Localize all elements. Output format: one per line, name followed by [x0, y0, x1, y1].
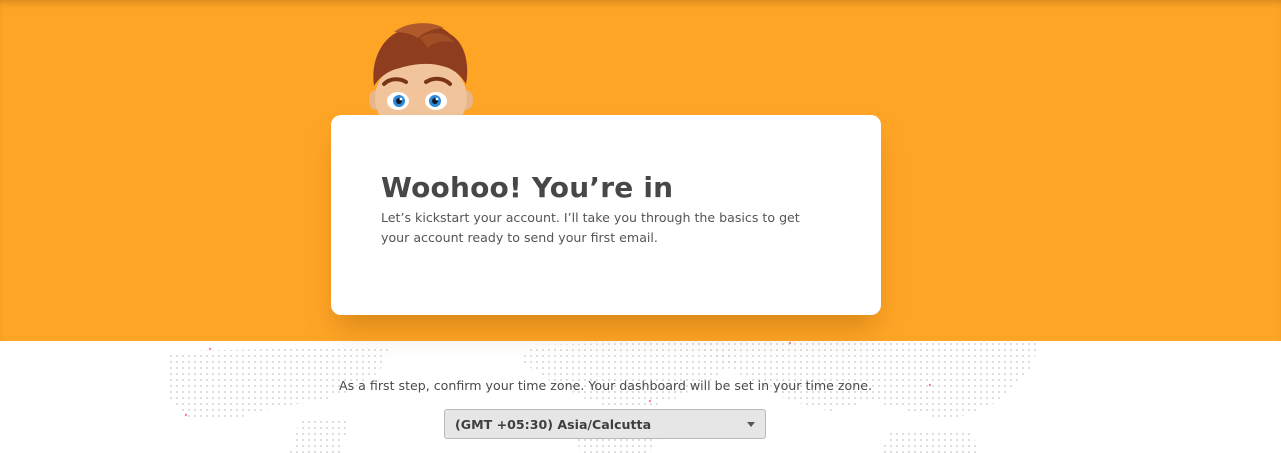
- welcome-title: Woohoo! You’re in: [381, 171, 674, 204]
- cartoon-boy-peeking-icon: [369, 23, 473, 118]
- welcome-description: Let’s kickstart your account. I’ll take …: [381, 210, 800, 245]
- timezone-select[interactable]: (GMT +05:30) Asia/Calcutta: [444, 409, 766, 439]
- timezone-selected-value: (GMT +05:30) Asia/Calcutta: [455, 417, 652, 432]
- caret-down-icon: [747, 422, 755, 427]
- timezone-instruction: As a first step, confirm your time zone.…: [339, 378, 872, 393]
- welcome-card: Woohoo! You’re in Let’s kickstart your a…: [331, 115, 881, 315]
